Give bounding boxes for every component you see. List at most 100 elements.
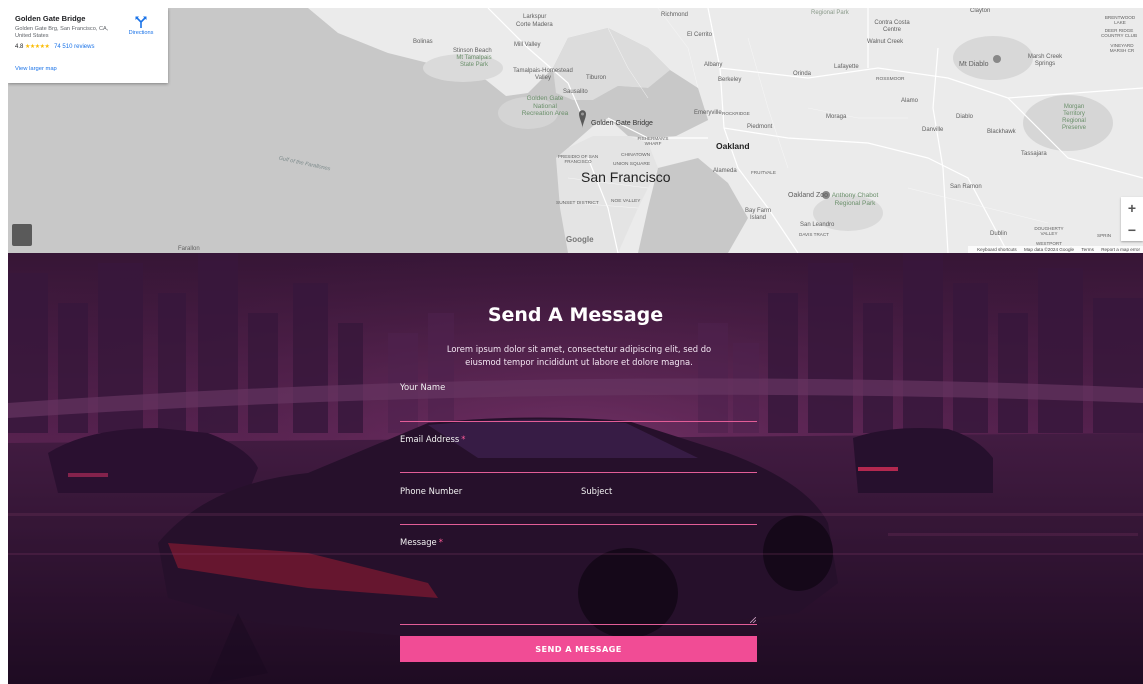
name-label: Your Name <box>400 382 445 392</box>
map-label: Blackhawk <box>987 129 1016 135</box>
map-label: ROSSMOOR <box>876 77 905 82</box>
map-label: Oakland <box>716 141 750 151</box>
send-message-button[interactable]: SEND A MESSAGE <box>400 636 757 662</box>
form-subtitle: Lorem ipsum dolor sit amet, consectetur … <box>446 344 712 367</box>
phone-input[interactable] <box>400 503 570 523</box>
map-label: Richmond <box>661 12 689 18</box>
keyboard-shortcuts-link[interactable]: Keyboard shortcuts <box>977 247 1017 252</box>
map-label: Marsh Creek Springs <box>1027 54 1063 67</box>
map-label: Regional Park <box>811 10 849 16</box>
message-label-text: Message <box>400 537 437 547</box>
map-label: Alamo <box>901 98 919 104</box>
map-label: PRESIDIO OF SAN FRANCISCO <box>557 154 599 164</box>
map-label: Golden Gate Bridge <box>591 120 653 127</box>
report-error-link[interactable]: Report a map error <box>1101 247 1140 252</box>
map-label: FISHERMAN'S WHARF <box>637 136 669 146</box>
subject-label-text: Subject <box>581 486 613 496</box>
map-data-text: Map data ©2024 Google <box>1023 247 1075 252</box>
reviews-link[interactable]: 74 510 reviews <box>54 44 94 50</box>
map-label: Oakland Zoo <box>788 192 829 199</box>
map-label: Anthony Chabot Regional Park <box>831 192 879 207</box>
map-label: Diablo <box>956 114 974 120</box>
view-larger-map-link[interactable]: View larger map <box>15 66 57 72</box>
map-label: Walnut Creek <box>867 39 904 45</box>
map-label: Morgan Territory Regional Preserve <box>1061 104 1086 131</box>
subject-label: Subject <box>581 486 612 496</box>
resize-handle-icon[interactable] <box>750 617 756 623</box>
phone-label: Phone Number <box>400 486 462 496</box>
map-label: Dublin <box>990 231 1008 237</box>
directions-label: Directions <box>128 30 154 36</box>
map-label: NOE VALLEY <box>611 199 641 204</box>
map-label: Danville <box>922 127 944 133</box>
name-underline <box>400 421 757 422</box>
zoom-in-button[interactable]: + <box>1121 197 1143 219</box>
street-view-icon[interactable] <box>12 224 32 246</box>
message-underline <box>400 624 757 625</box>
form-title: Send A Message <box>487 304 664 326</box>
map-label: Orinda <box>793 71 812 77</box>
place-rating: 4.8 ★★★★★ 74 510 reviews <box>15 43 161 50</box>
contact-form: Send A Message Lorem ipsum dolor sit ame… <box>8 253 1143 684</box>
map-label: UNION SQUARE <box>613 162 651 167</box>
map-label: Bay Farm Island <box>744 208 771 221</box>
map-label: Larkspur <box>523 14 547 20</box>
directions-icon <box>134 15 148 29</box>
map-label: Mt Tamalpais State Park <box>456 55 492 68</box>
name-input[interactable] <box>400 400 757 420</box>
map-label: BRENTWOOD LAKE <box>1104 15 1136 25</box>
email-label: Email Address * <box>400 434 465 444</box>
zoom-control: + − <box>1121 197 1143 241</box>
map-label: Golden Gate National Recreation Area <box>521 95 569 117</box>
map-label: Clayton <box>970 8 991 14</box>
map-label: DAVIS TRACT <box>799 232 829 237</box>
map-label: Alameda <box>713 168 737 174</box>
name-label-text: Your Name <box>400 382 446 392</box>
email-label-text: Email Address <box>400 434 460 444</box>
map-label: DOUGHERTY VALLEY <box>1034 226 1064 236</box>
map-label: Tiburon <box>586 75 607 81</box>
required-mark: * <box>438 537 443 547</box>
directions-button[interactable]: Directions <box>120 15 162 36</box>
message-textarea[interactable] <box>400 553 757 623</box>
message-label: Message * <box>400 537 443 547</box>
map-label: Tassajara <box>1021 151 1047 157</box>
map-label: Stinson Beach <box>453 48 492 54</box>
map-label: Farallon <box>178 246 200 252</box>
map-label: Emeryville <box>694 110 722 116</box>
map-base <box>8 8 1143 253</box>
map-label: SUNSET DISTRICT <box>556 201 599 206</box>
email-underline <box>400 472 757 473</box>
phone-label-text: Phone Number <box>400 486 463 496</box>
map-label: SPRIN <box>1097 233 1112 238</box>
embedded-map[interactable]: Golden Gate Bridge Golden Gate Brg, San … <box>8 8 1143 253</box>
place-address: Golden Gate Brg, San Francisco, CA, Unit… <box>15 26 109 39</box>
map-label: San Francisco <box>581 169 671 185</box>
page-frame: Golden Gate Bridge Golden Gate Brg, San … <box>8 8 1143 684</box>
map-label: FRUITVALE <box>751 170 776 175</box>
map-label: Contra Costa Centre <box>874 20 910 33</box>
map-label: ROCKRIDGE <box>722 111 750 116</box>
map-label: El Cerrito <box>687 32 713 38</box>
map-label: Mt Diablo <box>959 61 989 68</box>
map-label: Mill Valley <box>514 42 541 48</box>
zoom-out-button[interactable]: − <box>1121 219 1143 241</box>
map-label: Moraga <box>826 114 847 120</box>
rating-value: 4.8 <box>15 44 24 50</box>
map-label: Albany <box>704 62 723 68</box>
map-label: Piedmont <box>747 124 773 130</box>
terms-link[interactable]: Terms <box>1081 247 1094 252</box>
map-attribution: Keyboard shortcuts Map data ©2024 Google… <box>968 246 1143 253</box>
email-input[interactable] <box>400 451 757 471</box>
phone-subject-underline <box>400 524 757 525</box>
subject-input[interactable] <box>581 503 757 523</box>
map-label: Lafayette <box>834 64 859 70</box>
map-label: San Ramon <box>950 184 982 190</box>
place-card: Golden Gate Bridge Golden Gate Brg, San … <box>8 8 168 83</box>
map-label: Tamalpais-Homestead Valley <box>513 68 573 81</box>
map-label: VINEYARD MARSH CR <box>1109 43 1135 53</box>
rating-stars: ★★★★★ <box>25 44 50 50</box>
map-label: Corte Madera <box>516 22 553 28</box>
contact-section: Send A Message Lorem ipsum dolor sit ame… <box>8 253 1143 684</box>
map-label: San Leandro <box>800 222 835 228</box>
